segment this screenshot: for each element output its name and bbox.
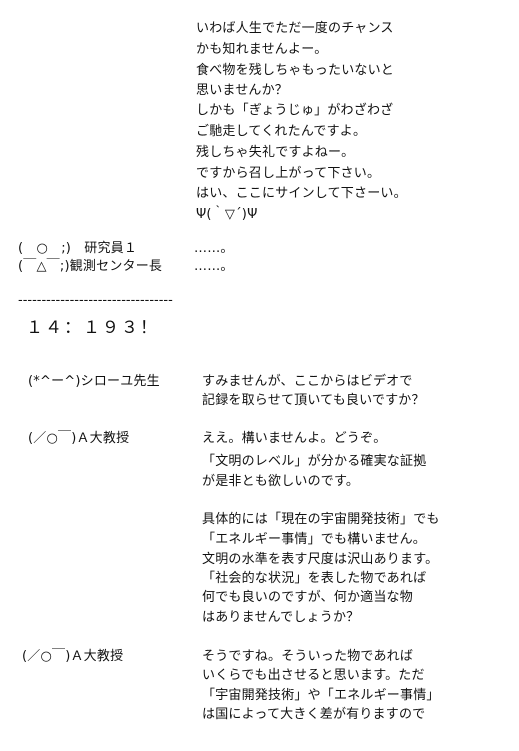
dialogue-line: は国によって大きく差が有りますので — [202, 707, 426, 722]
dialogue-line: 「宇宙開発技術」や「エネルギー事情」 — [202, 688, 440, 703]
dialogue-line: はありませんでしょうか？ — [202, 610, 360, 625]
speaker-researcher: ( ○ ;) 研究員１ — [18, 241, 138, 256]
separator-line: --------------------------------- — [18, 293, 173, 308]
speech-text: ……。 — [194, 259, 234, 274]
intro-line: かも知れませんよー。 — [196, 42, 328, 57]
dialogue-line: いくらでも出させると思います。ただ — [202, 668, 425, 683]
intro-line: 思いませんか？ — [196, 83, 289, 98]
intro-line: 食べ物を残しちゃもったいないと — [196, 63, 395, 78]
speaker-center-chief: (￣△￣;)観測センター長 — [18, 259, 163, 274]
intro-line: はい、ここにサインして下さーい。 — [196, 186, 407, 201]
dialogue-line: そうですね。そういった物であれば — [202, 649, 414, 664]
dialogue-line: 記録を取らせて頂いても良いですか？ — [202, 393, 425, 408]
dialogue-line: 文明の水準を表す尺度は沢山あります。 — [202, 552, 439, 567]
dialogue-line: 何でも良いのですが、何か適当な物 — [202, 590, 413, 605]
intro-line: 残しちゃ失礼ですよねー。 — [196, 145, 355, 160]
dialogue-line: 「社会的な状況」を表した物であれば — [202, 571, 427, 586]
speaker-label: (／○￣)Ａ大教授 — [28, 431, 130, 446]
dialogue-line: 「エネルギー事情」でも構いません。 — [202, 532, 427, 547]
intro-line: Ψ(｀▽´)Ψ — [196, 207, 258, 222]
intro-line: ご馳走してくれたんですよ。 — [196, 124, 367, 139]
intro-line: ですから召し上がって下さい。 — [196, 166, 381, 181]
dialogue-line: 具体的には「現在の宇宙開発技術」でも — [202, 512, 440, 527]
dialogue-line: が是非とも欲しいのです。 — [202, 474, 360, 489]
intro-line: しかも「ぎょうじゅ」がわざわざ — [196, 103, 394, 118]
dialogue-line: すみませんが、ここからはビデオで — [202, 374, 413, 389]
intro-line: いわば人生でただ一度のチャンス — [196, 21, 394, 36]
speech-text: ……。 — [194, 241, 234, 256]
speaker-label: (／○￣)Ａ大教授 — [22, 649, 124, 664]
dialogue-line: ええ。構いませんよ。どうぞ。 — [202, 431, 387, 446]
timestamp: １４：１９３！ — [26, 318, 159, 338]
speaker-label: (*^ー^)シローユ先生 — [28, 374, 160, 389]
dialogue-line: 「文明のレベル」が分かる確実な証拠 — [202, 454, 427, 469]
